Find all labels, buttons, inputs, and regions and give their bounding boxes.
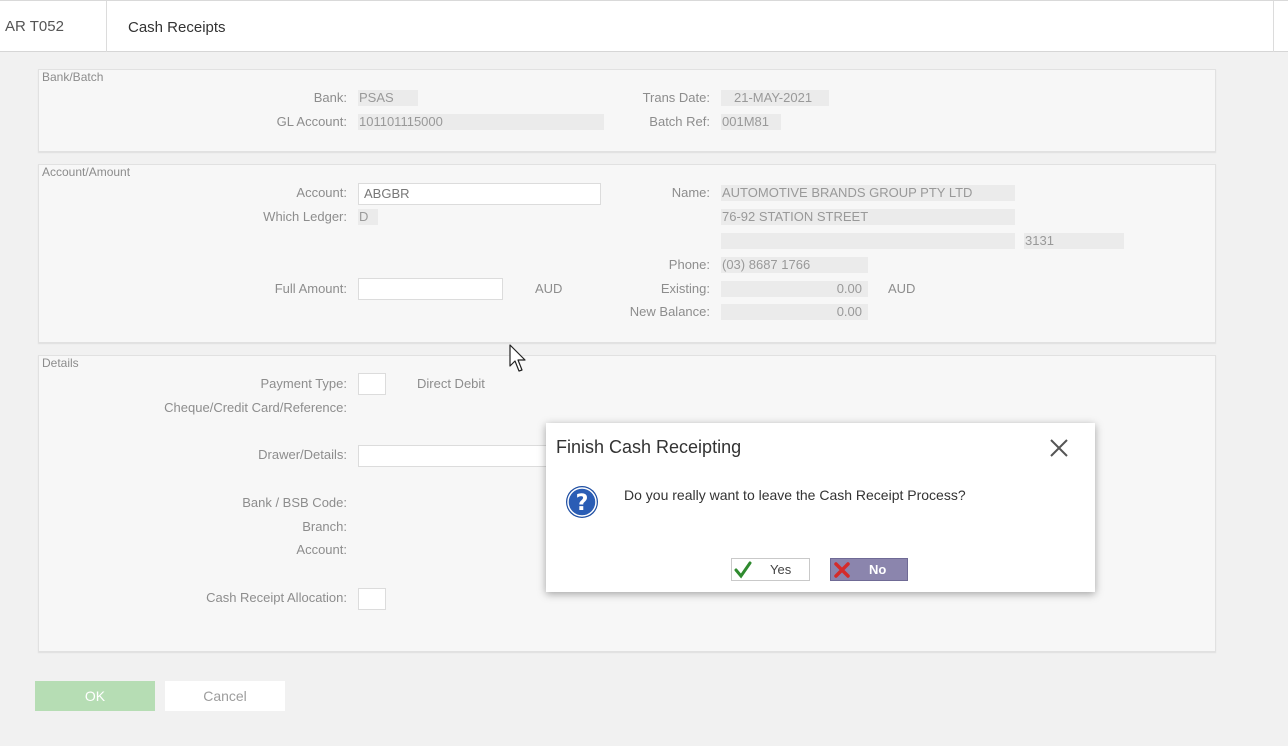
which-ledger-label: Which Ledger:	[263, 209, 347, 224]
existing-label: Existing:	[660, 281, 710, 296]
bank-label: Bank:	[313, 90, 347, 105]
address-line-2	[721, 233, 1015, 249]
divider	[1273, 1, 1274, 52]
batch-ref-label: Batch Ref:	[649, 114, 710, 129]
postcode-value: 3131	[1024, 233, 1124, 249]
mouse-cursor-icon	[509, 344, 526, 372]
name-label: Name:	[671, 185, 710, 200]
drawer-details-label: Drawer/Details:	[258, 447, 347, 462]
bank-batch-panel: Bank/Batch Bank: PSAS GL Account: 101101…	[38, 69, 1216, 152]
drawer-details-input[interactable]	[358, 445, 558, 467]
new-balance-label: New Balance:	[629, 304, 710, 319]
ok-button[interactable]: OK	[35, 681, 155, 711]
existing-value: 0.00	[721, 281, 868, 297]
panel-legend: Bank/Batch	[42, 70, 104, 84]
program-code: AR T052	[0, 1, 107, 52]
no-button[interactable]: No	[830, 558, 908, 581]
cash-receipt-allocation-input[interactable]	[358, 588, 386, 610]
panel-legend: Details	[42, 356, 79, 370]
cash-receipt-allocation-label: Cash Receipt Allocation:	[206, 590, 347, 605]
bank-bsb-label: Bank / BSB Code:	[242, 495, 347, 510]
reference-label: Cheque/Credit Card/Reference:	[164, 400, 347, 415]
dialog-title: Finish Cash Receipting	[556, 437, 742, 457]
panel-legend: Account/Amount	[42, 165, 131, 179]
gl-account-value: 101101115000	[358, 114, 604, 130]
gl-account-label: GL Account:	[276, 114, 347, 129]
payment-type-description: Direct Debit	[417, 376, 485, 391]
phone-value: (03) 8687 1766	[721, 257, 868, 273]
finish-cash-receipting-dialog: Finish Cash Receipting ? Do you really w…	[546, 423, 1095, 592]
which-ledger-value: D	[358, 209, 378, 225]
no-label: No	[869, 562, 887, 577]
full-amount-input[interactable]	[358, 278, 503, 300]
branch-label: Branch:	[302, 519, 347, 534]
bank-account-label: Account:	[296, 542, 347, 557]
account-input[interactable]: ABGBR	[358, 183, 601, 205]
address-line-1: 76-92 STATION STREET	[721, 209, 1015, 225]
full-amount-label: Full Amount:	[274, 281, 347, 296]
account-amount-panel: Account/Amount Account: ABGBR Which Ledg…	[38, 164, 1216, 343]
full-amount-currency: AUD	[535, 281, 563, 296]
checkmark-icon	[734, 561, 752, 579]
batch-ref-value: 001M81	[721, 114, 781, 130]
close-icon[interactable]	[1049, 438, 1069, 458]
yes-button[interactable]: Yes	[731, 558, 810, 581]
page-title: Cash Receipts	[128, 19, 226, 36]
new-balance-value: 0.00	[721, 304, 868, 320]
yes-label: Yes	[770, 562, 792, 577]
dialog-message: Do you really want to leave the Cash Rec…	[624, 487, 966, 503]
account-label: Account:	[296, 185, 347, 200]
payment-type-label: Payment Type:	[260, 376, 347, 391]
existing-currency: AUD	[888, 281, 916, 296]
trans-date-value: 21-MAY-2021	[721, 90, 829, 106]
bank-value: PSAS	[358, 90, 418, 106]
payment-type-input[interactable]	[358, 373, 386, 395]
cross-icon	[834, 562, 850, 578]
question-icon: ?	[566, 486, 598, 518]
name-value: AUTOMOTIVE BRANDS GROUP PTY LTD	[721, 185, 1015, 201]
title-bar: AR T052 Cash Receipts	[0, 0, 1288, 52]
phone-label: Phone:	[668, 257, 710, 272]
trans-date-label: Trans Date:	[642, 90, 710, 105]
cancel-button[interactable]: Cancel	[165, 681, 285, 711]
svg-text:?: ?	[576, 491, 589, 516]
